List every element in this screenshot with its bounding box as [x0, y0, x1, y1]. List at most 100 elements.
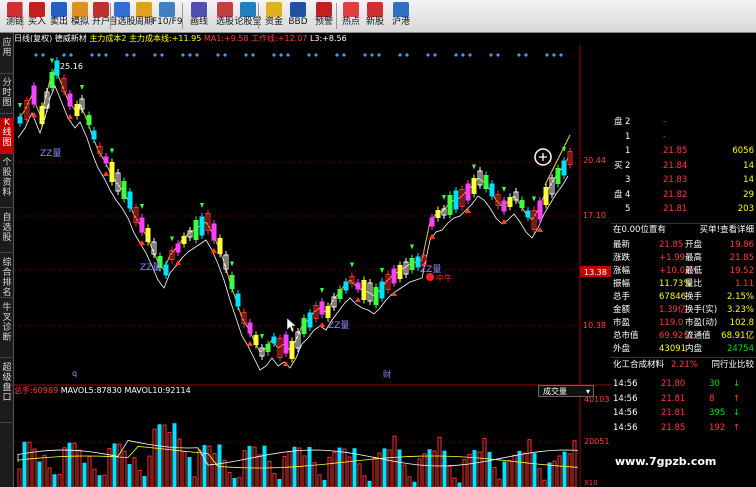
- tick-time: 14:56: [613, 379, 638, 389]
- volume-bar: [532, 453, 537, 487]
- volume-bar: [462, 459, 467, 487]
- candle: [489, 183, 495, 197]
- quote-value: 1.39亿: [659, 305, 687, 315]
- volume-bar: [412, 481, 417, 487]
- volume-bar: [402, 464, 407, 487]
- stock-app: 测链 买入 卖出 模拟 开户 自选股 周期 F10/F9 画线 选股 论股堂 资金 BBD 预警 热点 新股沪…: [0, 0, 756, 487]
- signal-diamond-icon: [216, 53, 220, 57]
- volume-dropdown[interactable]: 成交量 ▾: [538, 385, 594, 397]
- l3-label: L3:: [309, 34, 323, 43]
- order-book-price: 21.83: [663, 175, 688, 185]
- volume-bar: [42, 454, 47, 487]
- volume-bar: [472, 450, 477, 487]
- zz-label: ZZ量: [328, 320, 349, 331]
- volume-bar: [167, 431, 172, 487]
- volume-bar: [82, 462, 87, 487]
- volume-bar: [62, 447, 67, 487]
- volume-bar: [277, 478, 282, 487]
- order-book-volume: 203: [737, 204, 754, 214]
- signal-diamond-icon: [104, 53, 108, 57]
- down-arrow-icon: [50, 58, 54, 64]
- signal-diamond-icon: [552, 53, 556, 57]
- candle: [145, 228, 151, 242]
- quote-label-2: 开盘: [685, 240, 703, 250]
- volume-bar: [302, 455, 307, 487]
- volume-bar: [232, 478, 237, 487]
- price-label-4: 10.38: [583, 321, 606, 330]
- signal-diamond-icon: [181, 53, 185, 57]
- up-arrow-icon: ↑: [733, 422, 741, 433]
- quote-label-2: 流通值: [685, 331, 711, 341]
- quote-label-2: 内盘: [685, 344, 703, 354]
- volume-bar: [262, 445, 267, 487]
- zz-label: ZZ量: [140, 262, 161, 273]
- volume-bar: [242, 450, 247, 487]
- signal-diamond-icon: [132, 53, 136, 57]
- kline-chart[interactable]: 25.16 ZZ量 ZZ量 ZZ量 ZZ量 中牛 q 财 13.38 40103…: [0, 0, 611, 487]
- volume-bar: [37, 461, 42, 487]
- volume-bar: [457, 482, 462, 487]
- up-arrow-icon: [67, 114, 73, 119]
- indicator-name[interactable]: 德威新材: [55, 34, 87, 43]
- signal-diamond-icon: [41, 53, 45, 57]
- volume-bar: [172, 423, 177, 487]
- quote-row: 总手 67846 换手 2.15%: [611, 291, 756, 304]
- volume-bar: [257, 454, 262, 487]
- down-arrow-icon: ↓: [733, 379, 741, 389]
- industry-compare-button[interactable]: 同行业比较: [711, 359, 754, 372]
- quote-label: 金额: [613, 305, 631, 315]
- candle: [501, 200, 507, 212]
- candle: [121, 181, 127, 199]
- volume-bar: [332, 451, 337, 487]
- volume-bar: [92, 468, 97, 487]
- signal-diamond-icon: [153, 53, 157, 57]
- volume-bar: [567, 453, 572, 487]
- order-book-volume: 29: [743, 189, 754, 200]
- quote-label: 总手: [613, 292, 631, 302]
- signal-diamond-icon: [559, 53, 563, 57]
- order-book-price: -: [663, 131, 667, 142]
- down-arrow-icon: [80, 85, 84, 90]
- signal-diamond-icon: [335, 53, 339, 57]
- quote-label-2: 换手: [685, 292, 703, 302]
- kline-period[interactable]: 日线(复权): [14, 34, 52, 43]
- quote-row: 总市值 69.92亿 流通值 68.91亿: [611, 330, 756, 343]
- candle: [519, 200, 525, 208]
- volume-bar: [547, 462, 552, 487]
- signal-diamond-icon: [125, 53, 129, 57]
- tick-row: 14:56 21.81 8 ↑: [611, 393, 756, 406]
- quote-row: 振幅 11.73% 量比 1.11: [611, 278, 756, 291]
- signal-diamond-icon: [545, 53, 549, 57]
- volume-bar: [112, 443, 117, 487]
- volume-bar: [397, 449, 402, 487]
- signal-diamond-icon: [244, 53, 248, 57]
- volume-bar: [357, 463, 362, 487]
- order-book-level: 3: [625, 175, 631, 185]
- volume-bar: [312, 462, 317, 487]
- volume-bar: [227, 472, 232, 487]
- candle: [17, 116, 23, 124]
- signal-diamond-icon: [62, 53, 66, 57]
- crosshair-cursor-icon: [539, 153, 547, 161]
- tick-price: 21.85: [661, 422, 686, 433]
- candle: [483, 175, 489, 189]
- quote-value: +1.99: [659, 253, 686, 263]
- volume-bar: [327, 456, 332, 487]
- position-row: 在0.00位置有 买单!查看详细: [611, 224, 756, 237]
- volume-bar: [47, 467, 52, 487]
- quote-value-2: 102.8: [729, 318, 754, 328]
- volume-bar: [447, 465, 452, 487]
- tick-time: 14:56: [613, 393, 638, 404]
- order-book-price: 21.84: [663, 160, 688, 171]
- order-book-price: -: [663, 117, 667, 127]
- volume-bar: [27, 441, 32, 487]
- volume-bar: [497, 478, 502, 487]
- order-book-side: 盘: [614, 189, 623, 200]
- volume-bar: [127, 463, 132, 487]
- signal-diamond-icon: [90, 53, 94, 57]
- quote-value: 119.0: [659, 318, 684, 328]
- down-arrow-icon: [320, 288, 324, 293]
- candle: [86, 115, 92, 125]
- mavol10-value: 92114: [165, 386, 191, 395]
- volume-dropdown-label: 成交量: [543, 387, 567, 396]
